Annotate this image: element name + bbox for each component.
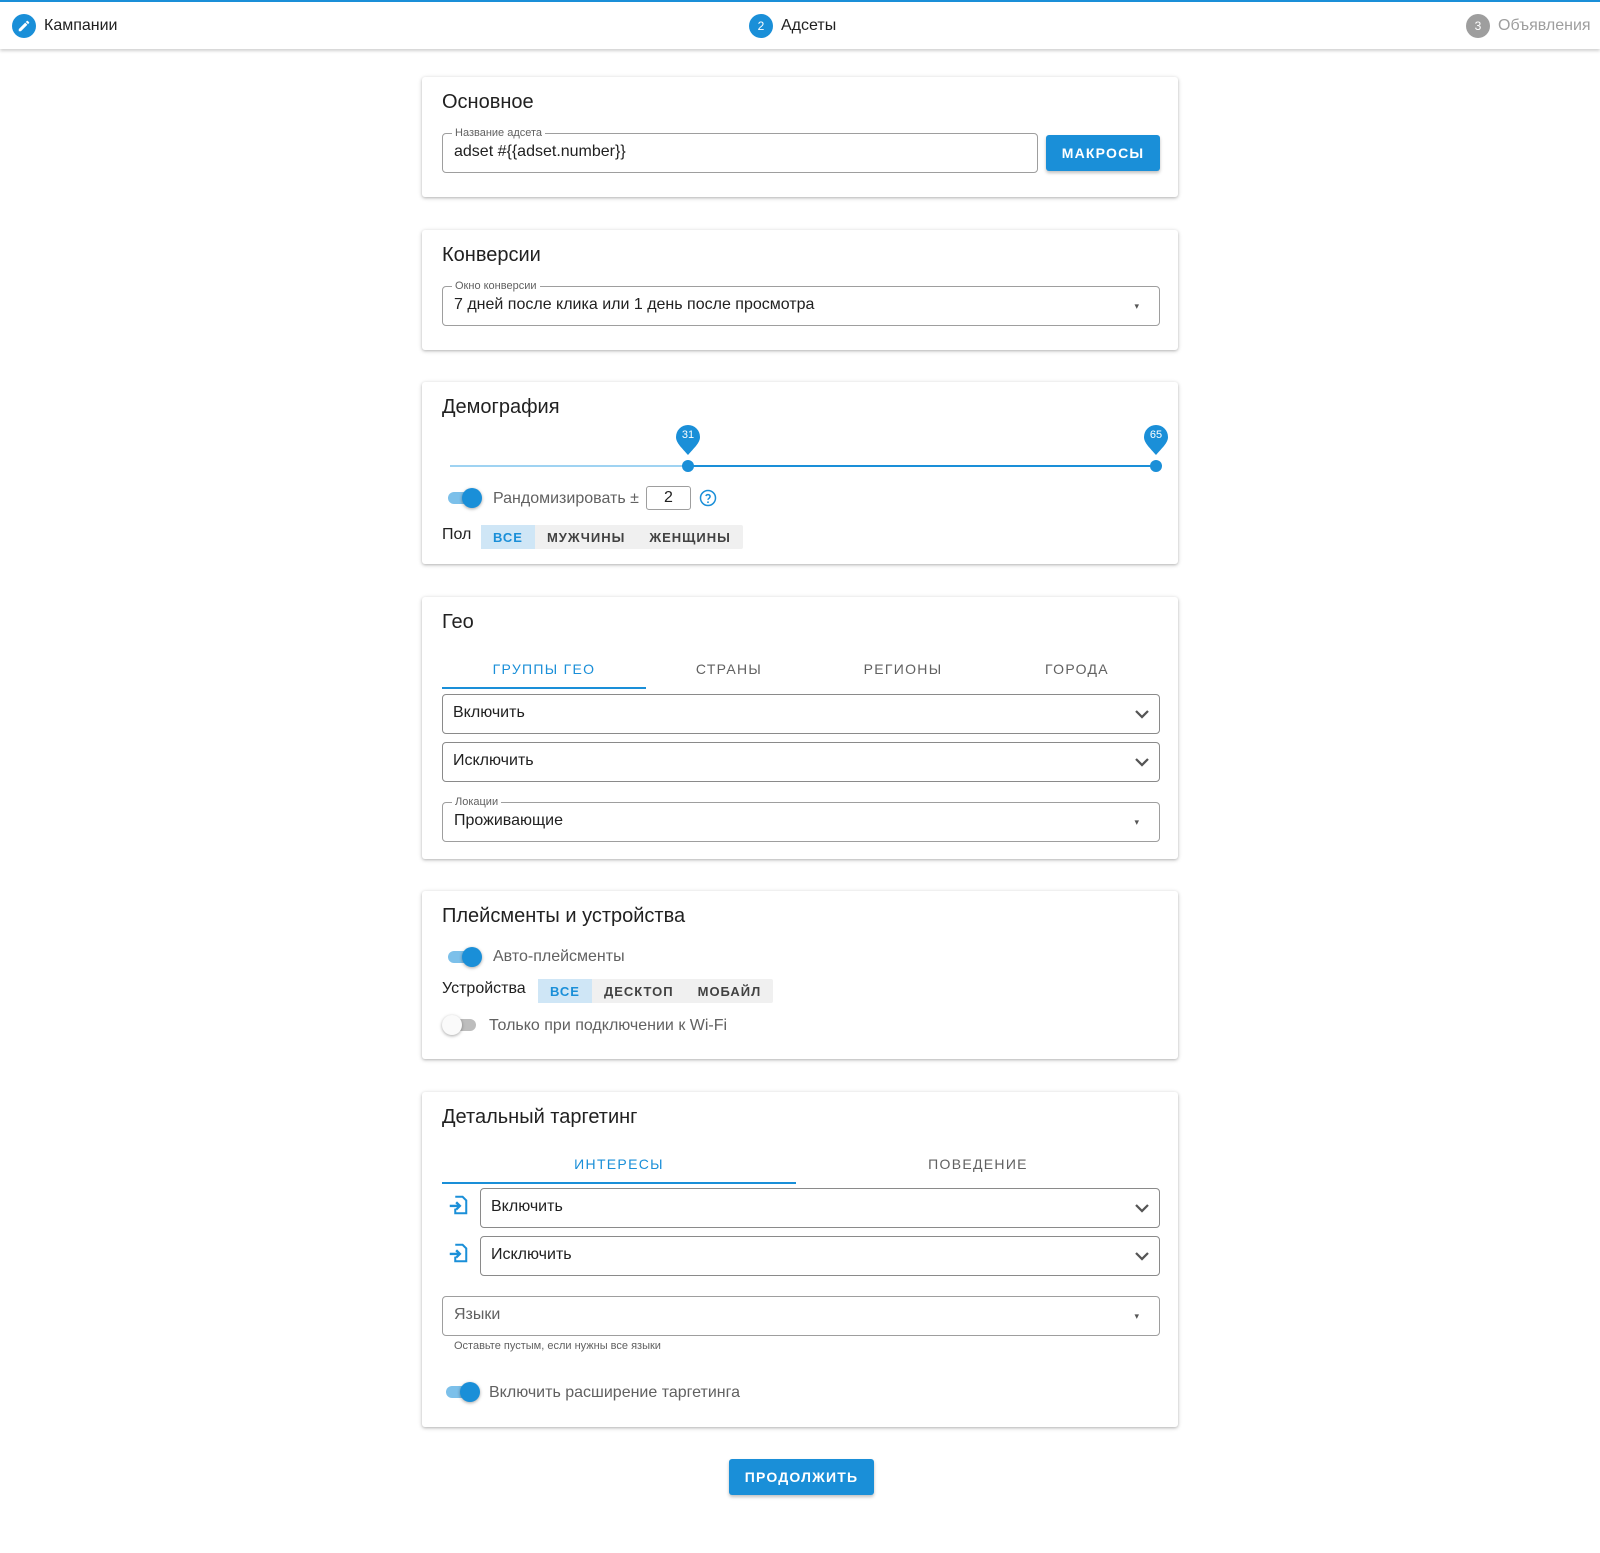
card-conversions: Конверсии Окно конверсии 7 дней после кл… — [422, 230, 1178, 350]
step-ads[interactable]: 3 Объявления — [1466, 14, 1591, 38]
targeting-expansion-switch[interactable] — [444, 1382, 480, 1402]
step-number: 3 — [1466, 14, 1490, 38]
field-value: Исключить — [491, 1246, 572, 1263]
wifi-only-switch[interactable] — [442, 1015, 478, 1035]
card-title: Гео — [442, 611, 474, 633]
interests-exclude-select[interactable]: Исключить — [480, 1236, 1160, 1276]
gender-option-women[interactable]: ЖЕНЩИНЫ — [637, 525, 743, 549]
slider-selected-track — [688, 465, 1156, 467]
field-value: Включить — [453, 704, 525, 721]
field-value: Исключить — [453, 752, 534, 769]
interests-include-select[interactable]: Включить — [480, 1188, 1160, 1228]
slider-rail — [450, 465, 688, 467]
adset-name-input[interactable]: Название адсета adset #{{adset.number}} — [442, 126, 1038, 173]
step-adsets[interactable]: 2 Адсеты — [749, 14, 836, 38]
gender-option-men[interactable]: МУЖЧИНЫ — [535, 525, 637, 549]
card-geo: Гео ГРУППЫ ГЕО СТРАНЫ РЕГИОНЫ ГОРОДА Вкл… — [422, 597, 1178, 859]
caret-down-icon: ▾ — [1134, 301, 1139, 311]
chevron-down-icon — [1135, 758, 1149, 767]
card-title: Основное — [442, 91, 534, 113]
devices-toggle-group: ВСЕ ДЕСКТОП МОБАЙЛ — [538, 979, 774, 1003]
auto-placements-label: Авто-плейсменты — [493, 948, 625, 965]
tab-interests[interactable]: ИНТЕРЕСЫ — [442, 1146, 796, 1184]
step-campaigns[interactable]: Кампании — [12, 14, 118, 38]
targeting-tabs: ИНТЕРЕСЫ ПОВЕДЕНИЕ — [442, 1146, 1160, 1184]
step-label: Кампании — [44, 17, 118, 34]
wifi-only-label: Только при подключении к Wi-Fi — [489, 1017, 728, 1034]
card-title: Детальный таргетинг — [442, 1106, 638, 1128]
caret-down-icon: ▾ — [1134, 817, 1139, 827]
card-placements: Плейсменты и устройства Авто-плейсменты … — [422, 891, 1178, 1059]
import-icon[interactable] — [447, 1242, 469, 1264]
step-label: Объявления — [1498, 17, 1591, 34]
gender-toggle-group: ВСЕ МУЖЧИНЫ ЖЕНЩИНЫ — [481, 525, 743, 549]
conversion-window-select[interactable]: Окно конверсии 7 дней после клика или 1 … — [442, 279, 1160, 326]
continue-button[interactable]: ПРОДОЛЖИТЬ — [729, 1459, 874, 1495]
randomize-input[interactable]: 2 — [646, 486, 691, 510]
step-number: 2 — [749, 14, 773, 38]
field-value: Включить — [491, 1198, 563, 1215]
languages-helper-text: Оставьте пустым, если нужны все языки — [454, 1340, 661, 1352]
import-icon[interactable] — [447, 1194, 469, 1216]
field-value: 7 дней после клика или 1 день после прос… — [454, 296, 815, 313]
tab-cities[interactable]: ГОРОДА — [994, 651, 1160, 687]
gender-option-all[interactable]: ВСЕ — [481, 525, 535, 549]
slider-thumb-min[interactable] — [682, 460, 694, 472]
randomize-label: Рандомизировать ± — [493, 490, 639, 507]
device-option-desktop[interactable]: ДЕСКТОП — [592, 979, 686, 1003]
slider-value-label-min: 31 — [676, 425, 700, 455]
tab-behavior[interactable]: ПОВЕДЕНИЕ — [796, 1146, 1160, 1182]
tab-geo-groups[interactable]: ГРУППЫ ГЕО — [442, 651, 646, 689]
macros-button[interactable]: МАКРОСЫ — [1046, 135, 1160, 171]
field-value: Проживающие — [454, 812, 563, 829]
chevron-down-icon — [1135, 1204, 1149, 1213]
auto-placements-switch[interactable] — [446, 947, 482, 967]
stepper: Кампании 2 Адсеты 3 Объявления — [0, 0, 1600, 49]
geo-include-select[interactable]: Включить — [442, 694, 1160, 734]
geo-exclude-select[interactable]: Исключить — [442, 742, 1160, 782]
step-label: Адсеты — [781, 17, 837, 34]
locations-select[interactable]: Локации Проживающие ▾ — [442, 795, 1160, 842]
slider-value-label-max: 65 — [1144, 425, 1168, 455]
field-placeholder: Языки — [454, 1306, 501, 1323]
card-demography: Демография 31 65 Рандомизировать ± 2 Пол… — [422, 382, 1178, 564]
card-targeting: Детальный таргетинг ИНТЕРЕСЫ ПОВЕДЕНИЕ В… — [422, 1092, 1178, 1427]
field-value: adset #{{adset.number}} — [454, 143, 626, 160]
tab-countries[interactable]: СТРАНЫ — [646, 651, 812, 687]
pencil-icon — [12, 14, 36, 38]
card-title: Плейсменты и устройства — [442, 905, 686, 927]
languages-select[interactable]: Языки ▾ — [442, 1296, 1160, 1336]
targeting-expansion-label: Включить расширение таргетинга — [489, 1384, 740, 1401]
field-label: Название адсета — [452, 126, 546, 140]
gender-label: Пол — [442, 526, 472, 543]
card-basic: Основное Название адсета adset #{{adset.… — [422, 77, 1178, 197]
slider-thumb-max[interactable] — [1150, 460, 1162, 472]
device-option-mobile[interactable]: МОБАЙЛ — [686, 979, 774, 1003]
help-icon[interactable] — [699, 489, 717, 507]
chevron-down-icon — [1135, 1252, 1149, 1261]
field-label: Окно конверсии — [452, 279, 540, 293]
tab-regions[interactable]: РЕГИОНЫ — [812, 651, 994, 687]
card-title: Конверсии — [442, 244, 541, 266]
device-option-all[interactable]: ВСЕ — [538, 979, 592, 1003]
field-label: Локации — [452, 795, 502, 809]
caret-down-icon: ▾ — [1134, 1311, 1139, 1321]
geo-tabs: ГРУППЫ ГЕО СТРАНЫ РЕГИОНЫ ГОРОДА — [442, 651, 1160, 689]
randomize-switch[interactable] — [446, 488, 482, 508]
devices-label: Устройства — [442, 980, 526, 997]
card-title: Демография — [442, 396, 560, 418]
chevron-down-icon — [1135, 710, 1149, 719]
